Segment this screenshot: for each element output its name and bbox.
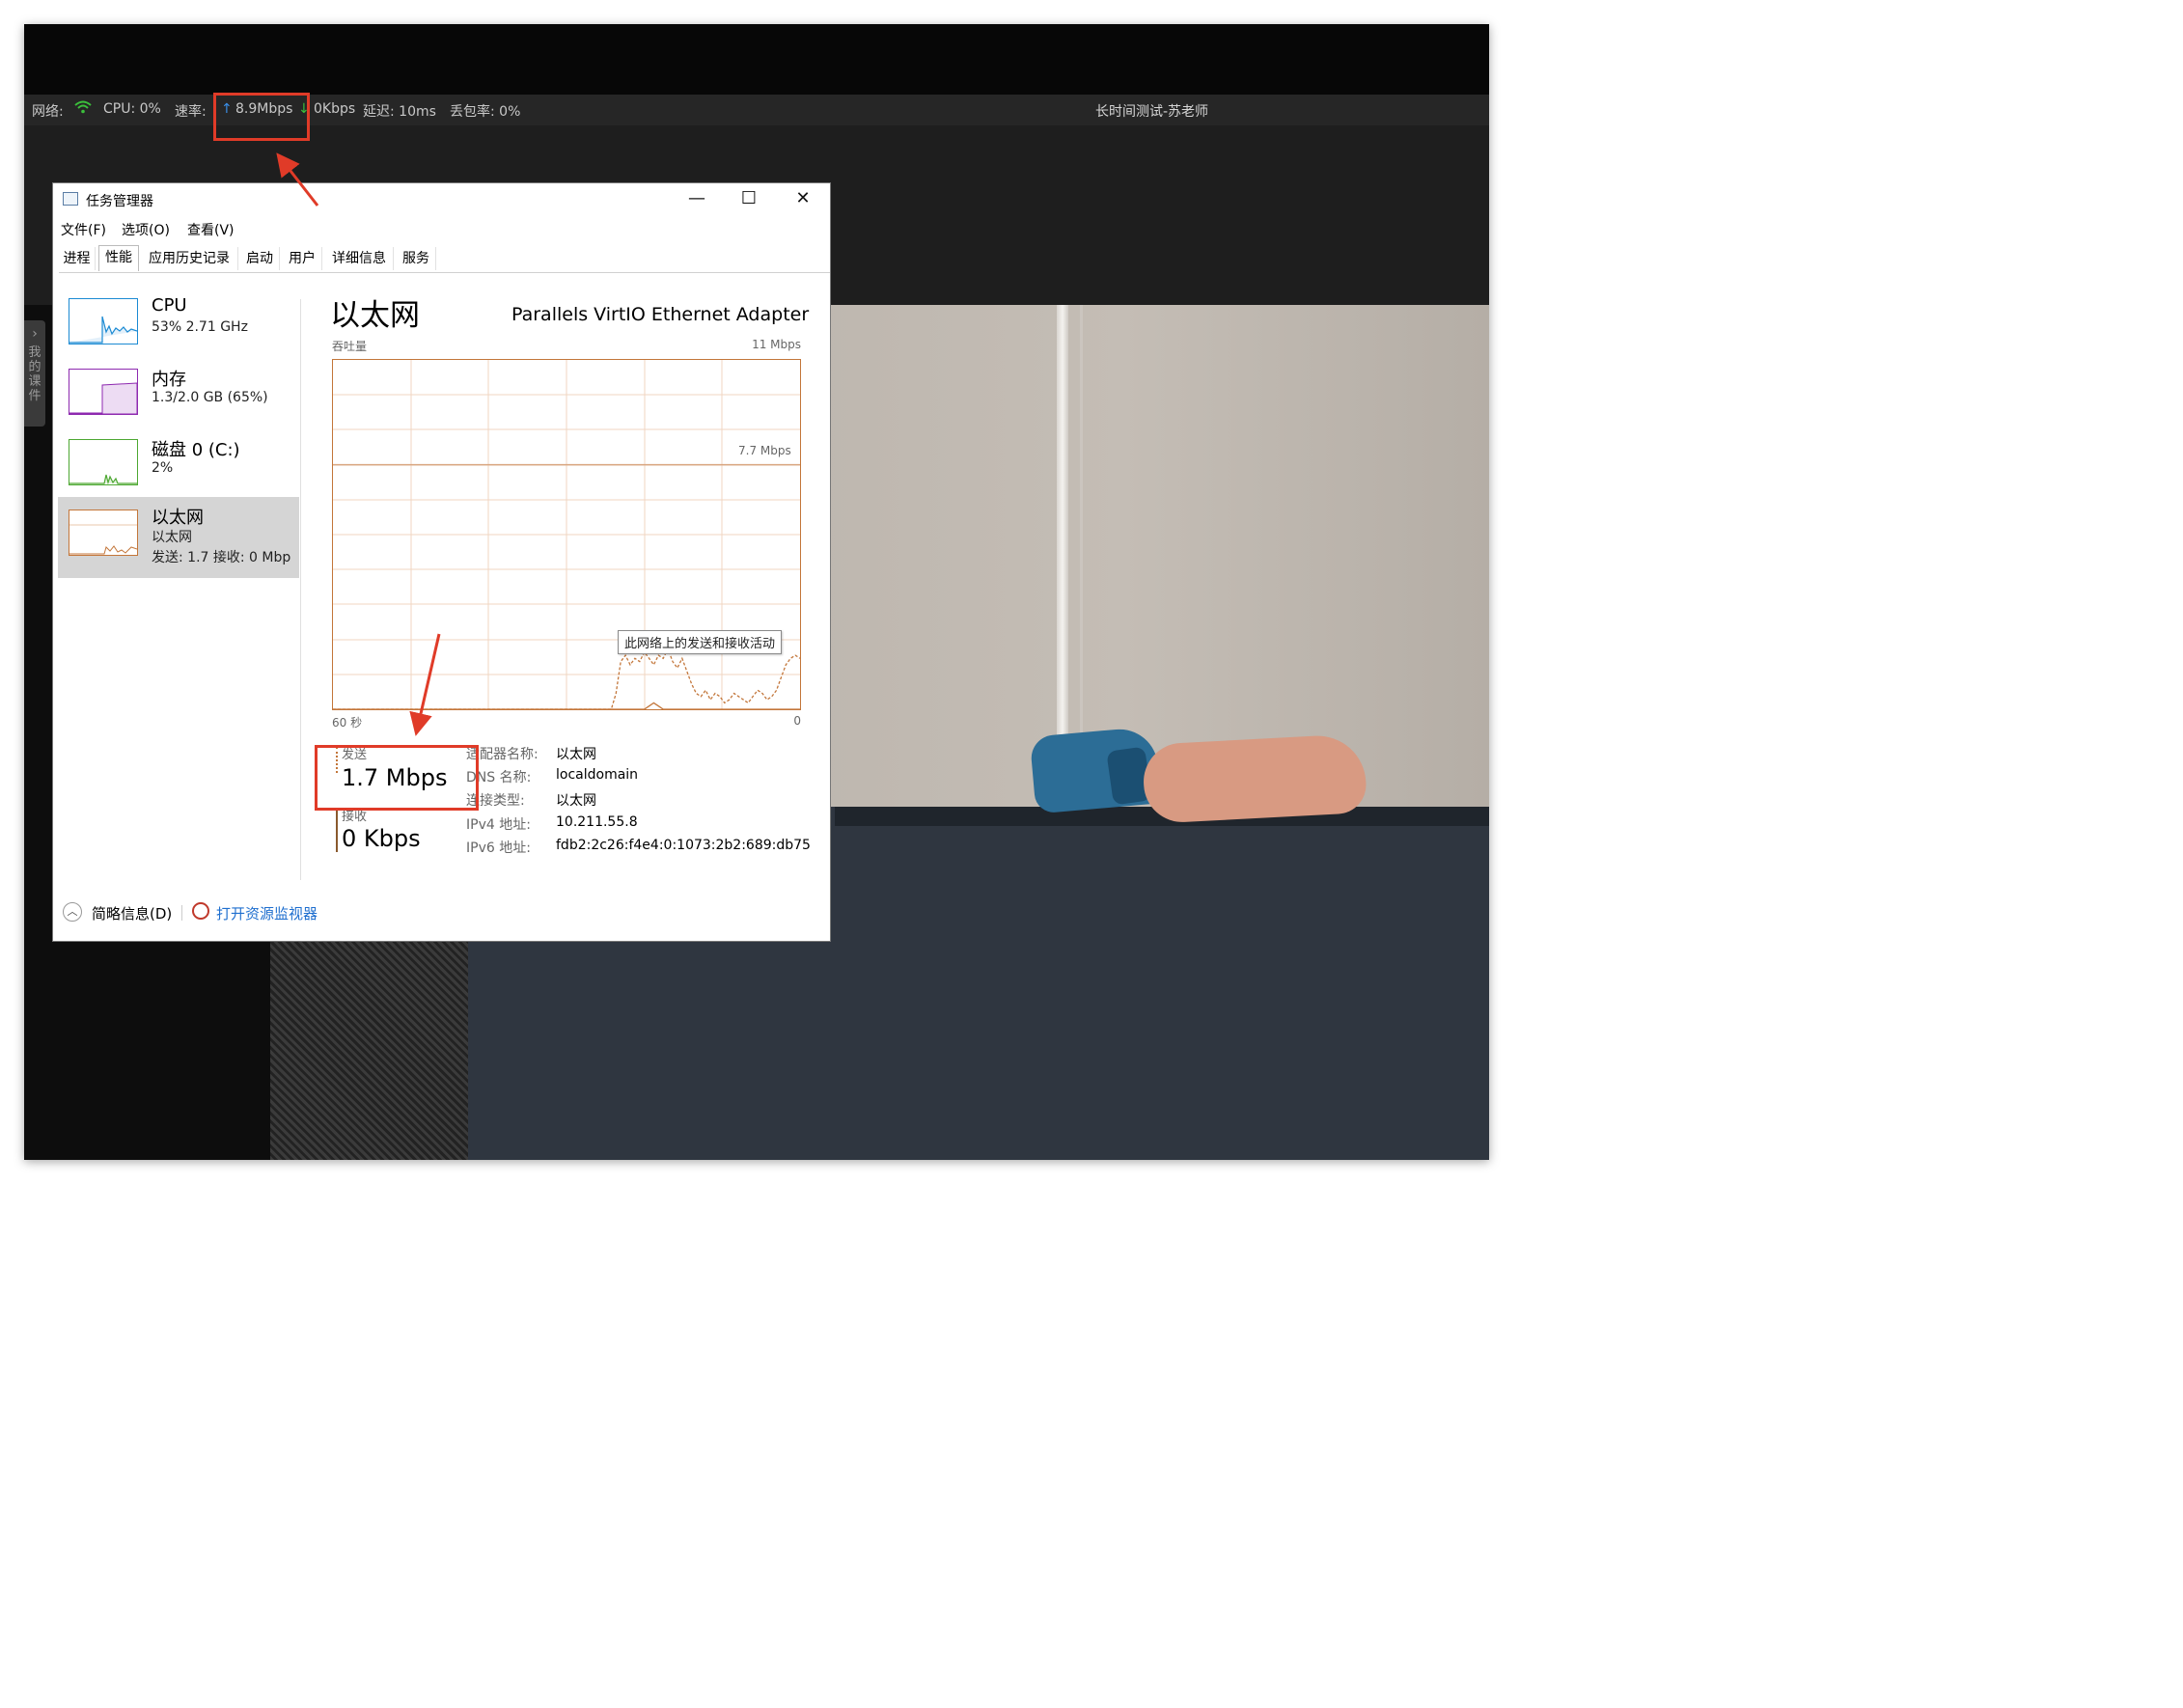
annotation-arrow-up (276, 152, 319, 207)
annotation-arrows (276, 152, 441, 736)
annotation-arrow-down (409, 633, 441, 736)
